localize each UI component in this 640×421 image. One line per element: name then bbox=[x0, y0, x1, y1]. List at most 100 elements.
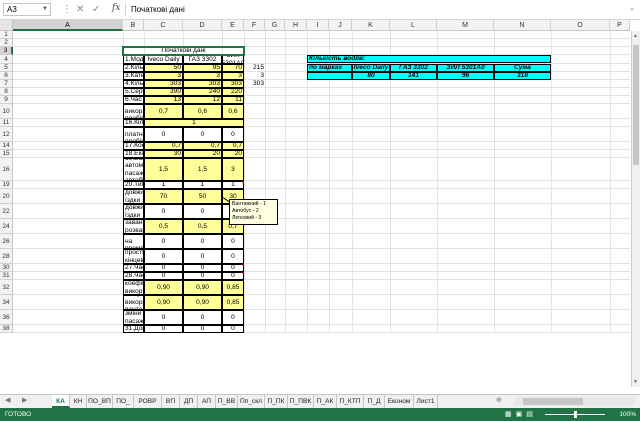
row-label[interactable]: 6.Час в наряді за добу bbox=[123, 96, 144, 104]
data-cell[interactable]: 3 bbox=[144, 72, 183, 80]
row-header-22[interactable]: 22 bbox=[0, 204, 13, 219]
data-cell[interactable]: 0,7 bbox=[144, 142, 183, 150]
insert-function-icon[interactable]: fx bbox=[112, 3, 120, 13]
data-cell[interactable]: 11 bbox=[222, 96, 244, 104]
data-cell[interactable]: 13 bbox=[144, 96, 183, 104]
data-cell[interactable]: 0 bbox=[222, 310, 244, 325]
data-cell[interactable]: 1 bbox=[144, 119, 244, 127]
row-header-12[interactable]: 12 bbox=[0, 127, 13, 142]
row-header-32[interactable]: 32 bbox=[0, 280, 13, 295]
data-cell[interactable]: 0 bbox=[222, 249, 244, 264]
row-header-34[interactable]: 34 bbox=[0, 295, 13, 310]
row-header-7[interactable]: 7 bbox=[0, 80, 13, 88]
data-cell[interactable]: 0 bbox=[144, 204, 183, 219]
data-cell[interactable]: 303 bbox=[183, 80, 222, 88]
column-header-n[interactable]: N bbox=[494, 20, 551, 31]
data-cell[interactable]: 0,6 bbox=[222, 104, 244, 119]
row-label[interactable]: 19.Вантажопідйомність автомобіля чи паса… bbox=[123, 158, 144, 181]
row-header-9[interactable]: 9 bbox=[0, 96, 13, 104]
row-label[interactable]: 30.Коефіцієнт зміни пасажирів ηзм bbox=[123, 310, 144, 325]
horizontal-scrollbar[interactable] bbox=[515, 397, 635, 406]
row-header-31[interactable]: 31 bbox=[0, 272, 13, 280]
tab-8[interactable]: АП bbox=[198, 395, 216, 408]
tab-16[interactable]: Економ bbox=[385, 395, 414, 408]
row-header-24[interactable]: 24 bbox=[0, 219, 13, 234]
zoom-level[interactable]: 100% bbox=[619, 408, 636, 421]
row-header-19[interactable]: 19 bbox=[0, 181, 13, 189]
tab-next-icon[interactable]: ▶ bbox=[22, 396, 27, 404]
horizontal-scroll-thumb[interactable] bbox=[523, 398, 583, 405]
view-mode-icons[interactable]: ▦▣▤ bbox=[505, 408, 537, 421]
data-cell[interactable]: 303 bbox=[222, 80, 244, 88]
data-cell[interactable]: 0,5 bbox=[144, 219, 183, 234]
data-cell[interactable]: 303 bbox=[244, 80, 265, 88]
row-label[interactable]: 31.Довжина маршруту lм bbox=[123, 325, 144, 333]
data-cell[interactable]: 1,5 bbox=[144, 158, 183, 181]
row-label[interactable]: 29.Статистичний коефіцієнт використання … bbox=[123, 280, 144, 295]
data-cell[interactable]: 0,85 bbox=[222, 280, 244, 295]
row-label[interactable]: 16.Коефіцієнт використання пробігу β bbox=[123, 104, 144, 119]
data-cell[interactable]: 70 bbox=[222, 64, 244, 72]
row-label[interactable]: 3.Категорія умов експлуатації bbox=[123, 72, 144, 80]
row-label[interactable]: 16.Кількість груп автомобілів bbox=[123, 119, 144, 127]
drivers-value[interactable]: 96 bbox=[437, 72, 494, 80]
data-cell[interactable]: 390 bbox=[144, 88, 183, 96]
column-header-o[interactable]: O bbox=[551, 20, 610, 31]
drivers-blank[interactable] bbox=[307, 72, 352, 80]
data-cell[interactable]: 3 bbox=[222, 72, 244, 80]
data-cell[interactable]: 240 bbox=[183, 88, 222, 96]
enter-icon[interactable]: ✓ bbox=[92, 4, 100, 16]
row-header-16[interactable]: 16 bbox=[0, 158, 13, 181]
data-cell[interactable]: 0 bbox=[183, 264, 222, 272]
tab-3[interactable]: ПО_ВП bbox=[87, 395, 113, 408]
data-cell[interactable]: 215 bbox=[244, 64, 265, 72]
row-label[interactable]: 25.Середній простій автобусів на проміжн… bbox=[123, 234, 144, 249]
row-header-30[interactable]: 30 bbox=[0, 264, 13, 272]
row-label[interactable]: 23.Середня довжина їздки пасажира bbox=[123, 204, 144, 219]
data-cell[interactable]: 70 bbox=[144, 189, 183, 204]
data-cell[interactable]: 0,7 bbox=[222, 142, 244, 150]
data-cell[interactable]: 0 bbox=[183, 325, 222, 333]
row-label[interactable]: 26.Середній простій на кінцевих зупинках… bbox=[123, 249, 144, 264]
row-header-28[interactable]: 28 bbox=[0, 249, 13, 264]
data-cell[interactable]: 0 bbox=[222, 234, 244, 249]
tab-2[interactable]: КН bbox=[70, 395, 87, 408]
data-cell[interactable]: 0 bbox=[183, 204, 222, 219]
data-cell[interactable]: 0 bbox=[222, 127, 244, 142]
tab-prev-icon[interactable]: ◀ bbox=[5, 396, 10, 404]
column-header-m[interactable]: M bbox=[437, 20, 494, 31]
vertical-scrollbar[interactable]: ▲ ▼ bbox=[631, 31, 640, 387]
column-header-h[interactable]: H bbox=[285, 20, 307, 31]
column-header-d[interactable]: D bbox=[183, 20, 222, 31]
data-cell[interactable]: 0,90 bbox=[144, 295, 183, 310]
formula-input[interactable]: Початкові дані bbox=[125, 3, 624, 16]
row-label[interactable]: 1.Модель автомобіля bbox=[123, 55, 144, 64]
row-header-14[interactable]: 14 bbox=[0, 142, 13, 150]
row-header-36[interactable]: 36 bbox=[0, 310, 13, 325]
row-header-38[interactable]: 38 bbox=[0, 325, 13, 333]
data-cell[interactable]: ГАЗ 3302 bbox=[183, 55, 222, 64]
tab-11[interactable]: П_ПК bbox=[265, 395, 288, 408]
tab-1[interactable]: КА bbox=[52, 395, 70, 408]
data-cell[interactable]: 0 bbox=[144, 127, 183, 142]
expand-formula-icon[interactable]: ⌄ bbox=[629, 4, 635, 12]
row-label[interactable]: 17.Коефіцієнт αв bbox=[123, 142, 144, 150]
data-cell[interactable]: 0,7 bbox=[144, 104, 183, 119]
data-cell[interactable]: 0 bbox=[222, 325, 244, 333]
data-cell[interactable]: 95 bbox=[183, 64, 222, 72]
tab-6[interactable]: ВП bbox=[162, 395, 180, 408]
row-header-8[interactable]: 8 bbox=[0, 88, 13, 96]
data-cell[interactable]: 0 bbox=[144, 310, 183, 325]
drivers-header[interactable]: Сума bbox=[494, 64, 551, 72]
column-header-c[interactable]: C bbox=[144, 20, 183, 31]
row-label[interactable]: 5.Середньодобовий пробіг bbox=[123, 88, 144, 96]
drivers-value[interactable]: 80 bbox=[352, 72, 390, 80]
tab-14[interactable]: П_КТП bbox=[337, 395, 364, 408]
data-cell[interactable]: 20 bbox=[183, 150, 222, 158]
tab-7[interactable]: ДП bbox=[180, 395, 198, 408]
column-header-e[interactable]: E bbox=[222, 20, 244, 31]
drivers-header[interactable]: ГАЗ 3302 bbox=[390, 64, 437, 72]
drivers-header[interactable]: ЗИЛ 5301А0 bbox=[437, 64, 494, 72]
row-header-4[interactable]: 4 bbox=[0, 55, 13, 64]
data-cell[interactable]: 0 bbox=[183, 249, 222, 264]
